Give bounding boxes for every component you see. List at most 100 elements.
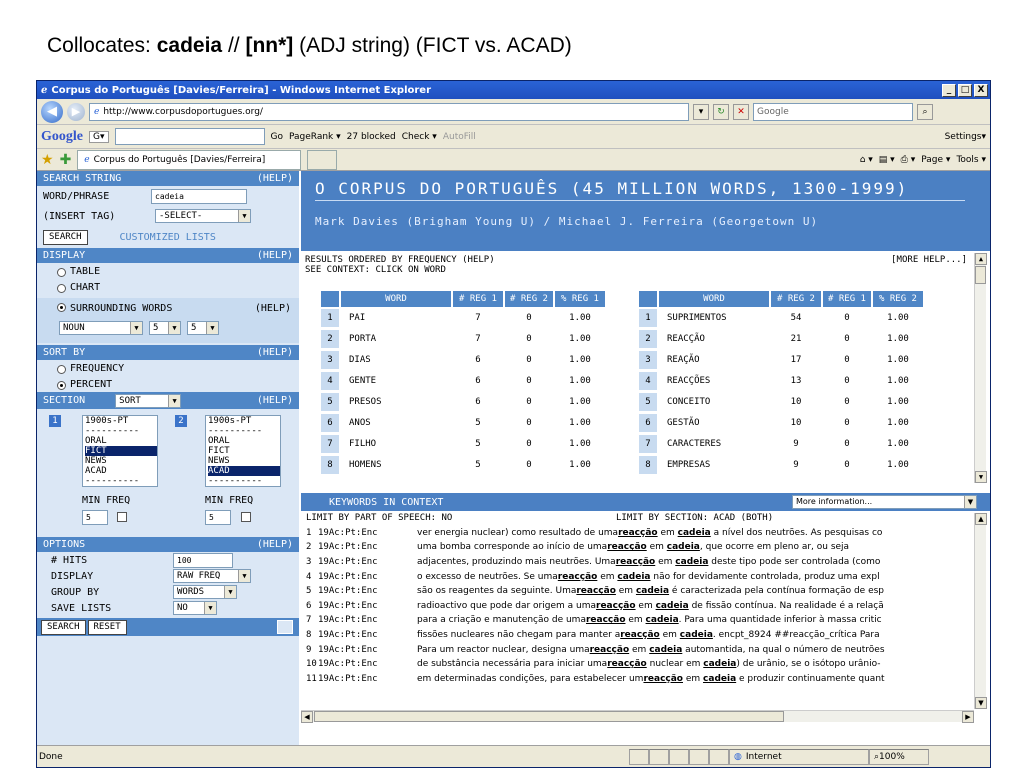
list2-item[interactable]: NEWS [208, 456, 280, 466]
minimize-button[interactable]: _ [942, 83, 956, 97]
min-freq-input-2[interactable]: 5 [205, 510, 231, 525]
list1-item[interactable]: ORAL [85, 436, 157, 446]
save-lists-select[interactable]: NO ▼ [173, 601, 217, 615]
kwic-node-word[interactable]: cadeia [646, 615, 679, 625]
help-link[interactable]: (HELP) [257, 539, 293, 550]
left-word-link[interactable]: PAI [341, 309, 451, 327]
kwic-keyword[interactable]: reacção [590, 645, 630, 655]
search-input[interactable]: Google [753, 102, 913, 121]
scroll-thumb[interactable] [975, 266, 986, 284]
kwic-node-word[interactable]: cadeia [656, 601, 689, 611]
left-span-select[interactable]: 5 ▼ [149, 321, 181, 335]
kwic-source-link[interactable]: 19Ac:Pt:Enc [318, 542, 417, 552]
right-word-link[interactable]: CARACTERES [659, 435, 769, 453]
left-word-link[interactable]: HOMENS [341, 456, 451, 474]
list1-item-selected[interactable]: FICT [85, 446, 157, 456]
google-g-menu[interactable]: G▾ [89, 130, 109, 143]
frequency-radio[interactable] [57, 364, 66, 374]
refresh-button[interactable]: ↻ [713, 103, 729, 120]
kwic-node-word[interactable]: cadeia [636, 586, 669, 596]
popup-blocked-button[interactable]: 27 blocked [347, 132, 396, 142]
kwic-source-link[interactable]: 19Ac:Pt:Enc [318, 572, 417, 582]
zoom-control[interactable]: ⌕ 100% [869, 748, 929, 765]
left-word-link[interactable]: FILHO [341, 435, 451, 453]
kwic-source-link[interactable]: 19Ac:Pt:Enc [318, 601, 417, 611]
kwic-keyword[interactable]: reacção [643, 674, 683, 684]
list2-item[interactable]: 1900s-PT [208, 416, 280, 426]
pagerank-button[interactable]: PageRank ▾ [289, 132, 341, 142]
customized-lists-link[interactable]: CUSTOMIZED LISTS [120, 232, 216, 243]
help-link[interactable]: (HELP) [257, 395, 293, 406]
kwic-keyword[interactable]: reacção [607, 542, 647, 552]
hits-input[interactable]: 100 [173, 552, 233, 568]
scroll-left-arrow[interactable]: ◀ [301, 711, 313, 723]
word-phrase-input[interactable]: cadeia [151, 188, 247, 204]
kwic-source-link[interactable]: 19Ac:Pt:Enc [318, 630, 417, 640]
tools-menu[interactable]: Tools ▾ [956, 155, 986, 165]
min-freq-checkbox-1[interactable] [117, 512, 127, 522]
right-word-link[interactable]: REACÇÕES [659, 372, 769, 390]
search-button[interactable]: SEARCH [43, 229, 88, 245]
kwic-node-word[interactable]: cadeia [667, 542, 700, 552]
right-word-link[interactable]: SUPRIMENTOS [659, 309, 769, 327]
insert-tag-select[interactable]: -SELECT- ▼ [155, 209, 251, 223]
kwic-source-link[interactable]: 19Ac:Pt:Enc [318, 674, 417, 684]
left-word-link[interactable]: PRESOS [341, 393, 451, 411]
reset-button[interactable]: RESET [87, 619, 127, 635]
help-link[interactable]: (HELP) [257, 173, 293, 184]
kwic-scrollbar[interactable]: ▲ ▼ [974, 513, 987, 709]
kwic-keyword[interactable]: reacção [607, 659, 647, 669]
search-icon[interactable]: ⌕ [917, 103, 933, 120]
spellcheck-button[interactable]: Check ▾ [402, 132, 437, 142]
maximize-button[interactable]: □ [958, 83, 972, 97]
print-icon[interactable]: ⎙ ▾ [901, 155, 916, 165]
surrounding-radio[interactable] [57, 303, 66, 312]
add-favorites-icon[interactable]: ✚ [60, 152, 72, 168]
left-word-link[interactable]: PORTA [341, 330, 451, 348]
hscroll-thumb[interactable] [314, 711, 784, 722]
back-button[interactable]: ◀ [41, 100, 63, 123]
list1-item[interactable]: 1900s-PT [85, 416, 157, 426]
kwic-keyword[interactable]: reacção [586, 615, 626, 625]
more-help-link[interactable]: [MORE HELP...] [891, 255, 967, 275]
kwic-source-link[interactable]: 19Ac:Pt:Enc [318, 557, 417, 567]
google-go-button[interactable]: Go [271, 132, 283, 142]
kwic-source-link[interactable]: 19Ac:Pt:Enc [318, 586, 417, 596]
chart-radio[interactable] [57, 283, 66, 293]
section-sort-select[interactable]: SORT ▼ [115, 393, 182, 408]
kwic-keyword[interactable]: reacção [618, 528, 658, 538]
page-menu[interactable]: Page ▾ [921, 155, 950, 165]
list2-item-selected[interactable]: ACAD [208, 466, 280, 476]
kwic-keyword[interactable]: reacção [576, 586, 616, 596]
left-word-link[interactable]: GENTE [341, 372, 451, 390]
kwic-node-word[interactable]: cadeia [678, 528, 711, 538]
pos-select[interactable]: NOUN ▼ [59, 321, 143, 335]
search-submit-button[interactable]: SEARCH [41, 619, 86, 635]
autofill-button[interactable]: AutoFill [443, 132, 476, 142]
kwic-keyword[interactable]: reacção [596, 601, 636, 611]
home-icon[interactable]: ⌂ ▾ [860, 155, 873, 165]
percent-radio[interactable] [57, 380, 66, 390]
list2-item[interactable]: ORAL [208, 436, 280, 446]
right-word-link[interactable]: CONCEITO [659, 393, 769, 411]
kwic-node-word[interactable]: cadeia [703, 659, 736, 669]
list1-item[interactable]: ACAD [85, 466, 157, 476]
kwic-source-link[interactable]: 19Ac:Pt:Enc [318, 645, 417, 655]
address-field[interactable]: ℯ http://www.corpusdoportugues.org/ [89, 102, 689, 121]
table-radio[interactable] [57, 267, 66, 277]
kwic-node-word[interactable]: cadeia [703, 674, 736, 684]
settings-button[interactable]: Settings▾ [945, 132, 986, 142]
more-info-select[interactable]: More information... ▼ [792, 495, 977, 509]
kwic-source-link[interactable]: 19Ac:Pt:Enc [318, 659, 417, 669]
kwic-source-link[interactable]: 19Ac:Pt:Enc [318, 528, 417, 538]
display-option-select[interactable]: RAW FREQ ▼ [173, 569, 251, 583]
scroll-right-arrow[interactable]: ▶ [962, 711, 974, 723]
kwic-node-word[interactable]: cadeia [675, 557, 708, 567]
help-link[interactable]: (HELP) [257, 347, 293, 358]
kwic-source-link[interactable]: 19Ac:Pt:Enc [318, 615, 417, 625]
stop-button[interactable]: ✕ [733, 103, 749, 120]
scroll-up-arrow[interactable]: ▲ [975, 253, 987, 265]
kwic-keyword[interactable]: reacção [616, 557, 656, 567]
favorites-star-icon[interactable]: ★ [41, 152, 54, 168]
min-freq-checkbox-2[interactable] [241, 512, 251, 522]
